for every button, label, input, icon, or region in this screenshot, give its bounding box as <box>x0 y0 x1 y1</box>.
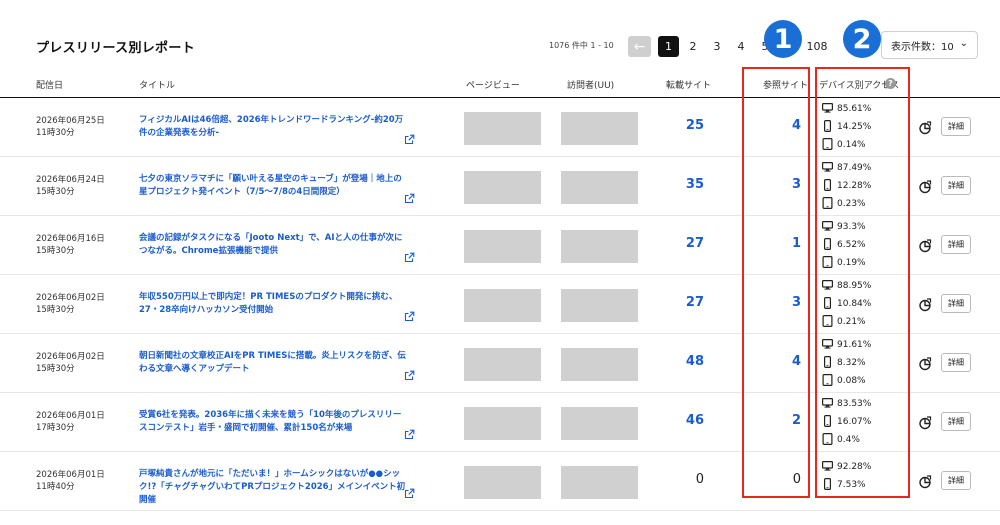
release-date: 2026年06月02日 15時30分 <box>36 351 105 375</box>
release-date-time: 15時30分 <box>36 305 75 315</box>
pager-page-4[interactable]: 4 <box>734 36 748 57</box>
chevron-down-icon: ⌄ <box>959 38 968 49</box>
external-link-icon[interactable] <box>404 189 415 204</box>
annotation-badge-2: 2 <box>843 20 881 58</box>
external-link-icon[interactable] <box>404 484 415 499</box>
media-count-link[interactable]: 35 <box>686 177 704 192</box>
pageview-redacted <box>464 407 541 440</box>
release-title-link[interactable]: 朝日新聞社の文章校正AIをPR TIMESに搭載。炎上リスクを防ぎ、伝わる文章へ… <box>139 350 407 376</box>
pie-chart-icon[interactable] <box>918 238 932 253</box>
pageview-redacted <box>464 171 541 204</box>
detail-button[interactable]: 詳細 <box>941 471 971 490</box>
visitors-redacted <box>561 230 638 263</box>
pie-chart-icon[interactable] <box>918 356 932 371</box>
release-date-time: 11時40分 <box>36 482 75 492</box>
detail-button[interactable]: 詳細 <box>941 353 971 372</box>
release-date-day: 2026年06月02日 <box>36 352 105 362</box>
pageview-redacted <box>464 230 541 263</box>
per-page-value: 表示件数：10 <box>891 41 954 53</box>
release-date: 2026年06月25日 11時30分 <box>36 115 105 139</box>
release-date: 2026年06月01日 11時40分 <box>36 469 105 493</box>
detail-button[interactable]: 詳細 <box>941 294 971 313</box>
release-title-link[interactable]: 受賞6社を発表。2036年に描く未来を競う「10年後のプレスリリースコンテスト」… <box>139 409 407 435</box>
detail-button[interactable]: 詳細 <box>941 176 971 195</box>
media-count-link[interactable]: 25 <box>686 118 704 133</box>
pageview-redacted <box>464 112 541 145</box>
release-title-link[interactable]: 戸塚純貴さんが地元に「ただいま！」ホームシックはないが●●シック!?「チャグチャ… <box>139 468 407 507</box>
pager-page-1[interactable]: 1 <box>658 36 679 57</box>
release-date-day: 2026年06月02日 <box>36 293 105 303</box>
pie-chart-icon[interactable] <box>918 297 932 312</box>
media-count-link[interactable]: 27 <box>686 295 704 310</box>
external-link-icon[interactable] <box>404 425 415 440</box>
release-date-time: 15時30分 <box>36 246 75 256</box>
column-pageview[interactable]: ページビュー <box>466 78 520 91</box>
release-date-time: 15時30分 <box>36 364 75 374</box>
media-count-link[interactable]: 0 <box>696 472 704 487</box>
release-date: 2026年06月01日 17時30分 <box>36 410 105 434</box>
column-title: タイトル <box>139 81 176 91</box>
pageview-redacted <box>464 348 541 381</box>
column-visitors[interactable]: 訪問者(UU) <box>567 78 614 91</box>
release-date-time: 11時30分 <box>36 128 75 138</box>
release-date: 2026年06月16日 15時30分 <box>36 233 105 257</box>
release-date-time: 15時30分 <box>36 187 75 197</box>
column-media[interactable]: 転載サイト <box>666 78 711 91</box>
release-date-day: 2026年06月16日 <box>36 234 105 244</box>
pie-chart-icon[interactable] <box>918 415 932 430</box>
release-date-day: 2026年06月24日 <box>36 175 105 185</box>
pie-chart-icon[interactable] <box>918 179 932 194</box>
release-date-day: 2026年06月01日 <box>36 470 105 480</box>
release-title-link[interactable]: 会議の記録がタスクになる「Jooto Next」で、AIと人の仕事が次につながる… <box>139 232 407 258</box>
visitors-redacted <box>561 112 638 145</box>
external-link-icon[interactable] <box>404 248 415 263</box>
visitors-redacted <box>561 171 638 204</box>
external-link-icon[interactable] <box>404 366 415 381</box>
annotation-badge-1: 1 <box>764 20 802 58</box>
pie-chart-icon[interactable] <box>918 120 932 135</box>
release-title-link[interactable]: フィジカルAIは46倍超、2026年トレンドワードランキング-約20万件の企業発… <box>139 114 407 140</box>
pageview-redacted <box>464 289 541 322</box>
release-date-time: 17時30分 <box>36 423 75 433</box>
result-count: 1076 件中 1 - 10 <box>549 41 614 50</box>
detail-button[interactable]: 詳細 <box>941 117 971 136</box>
pager-prev-button[interactable]: ← <box>628 36 651 57</box>
external-link-icon[interactable] <box>404 307 415 322</box>
pageview-redacted <box>464 466 541 499</box>
pager-page-2[interactable]: 2 <box>686 36 700 57</box>
detail-button[interactable]: 詳細 <box>941 412 971 431</box>
pager-page-last[interactable]: 108 <box>802 36 832 57</box>
visitors-redacted <box>561 348 638 381</box>
media-count-link[interactable]: 46 <box>686 413 704 428</box>
release-date-day: 2026年06月01日 <box>36 411 105 421</box>
release-title-link[interactable]: 七夕の東京ソラマチに「願い叶える星空のキューブ」が登場｜地上の星プロジェクト発イ… <box>139 173 407 199</box>
external-link-icon[interactable] <box>404 130 415 145</box>
detail-button[interactable]: 詳細 <box>941 235 971 254</box>
column-date[interactable]: 配信日 <box>36 78 63 91</box>
media-count-link[interactable]: 27 <box>686 236 704 251</box>
visitors-redacted <box>561 466 638 499</box>
media-count-link[interactable]: 48 <box>686 354 704 369</box>
release-date: 2026年06月02日 15時30分 <box>36 292 105 316</box>
visitors-redacted <box>561 407 638 440</box>
release-title-link[interactable]: 年収550万円以上で即内定！PR TIMESのプロダクト開発に挑む、27・28卒… <box>139 291 407 317</box>
per-page-select[interactable]: 表示件数：10 ⌄ <box>881 31 978 59</box>
release-date-day: 2026年06月25日 <box>36 116 105 126</box>
pager-page-3[interactable]: 3 <box>710 36 724 57</box>
visitors-redacted <box>561 289 638 322</box>
annotation-box-referrer <box>742 67 810 498</box>
report-title: プレスリリース別レポート <box>36 41 195 56</box>
annotation-box-device <box>815 67 910 498</box>
release-date: 2026年06月24日 15時30分 <box>36 174 105 198</box>
pie-chart-icon[interactable] <box>918 474 932 489</box>
